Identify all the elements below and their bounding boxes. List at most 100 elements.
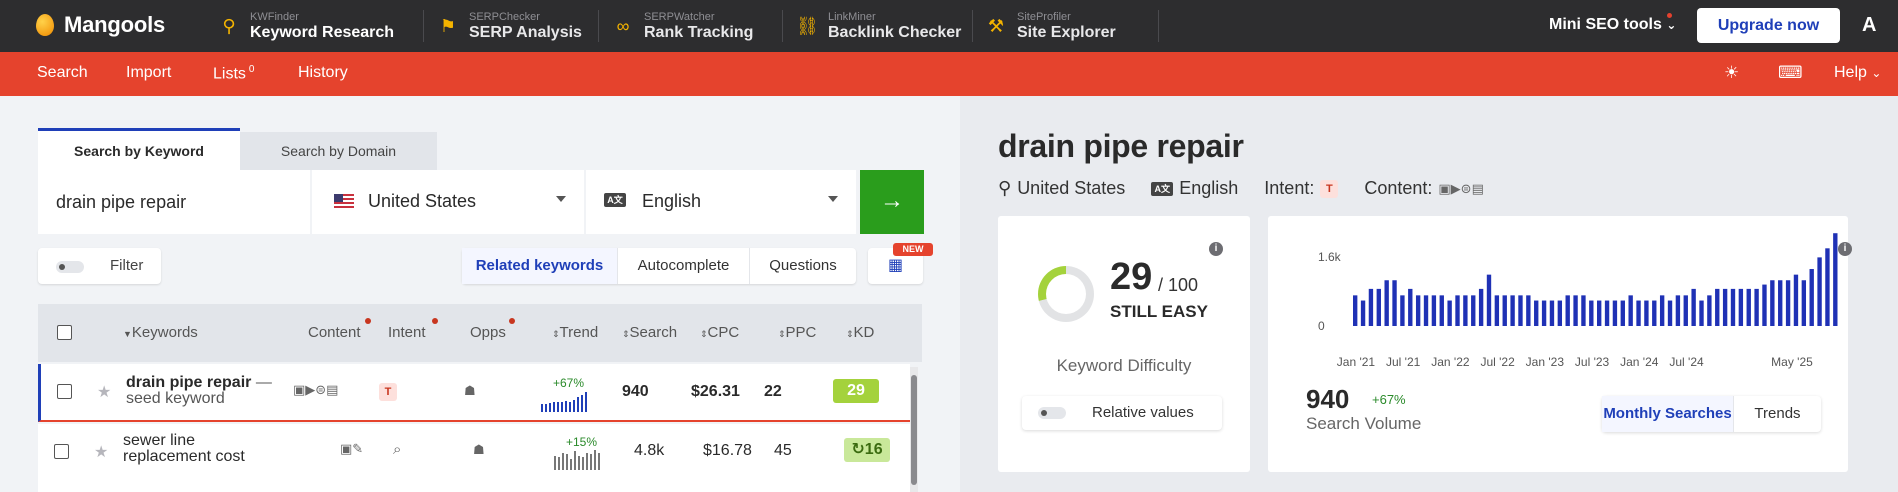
location-pin-icon: ⚑ [439,15,457,36]
app-product-name: SiteProfiler [1017,10,1071,23]
sparkline-bar [581,395,583,412]
sparkline-bar [569,402,571,412]
content-icons: ▣✎ [340,441,364,456]
chart-bar [1431,295,1437,326]
wand-icon: ⚲ [222,15,236,36]
app-keyword-research[interactable]: ⚲ KWFinder Keyword Research [218,8,394,44]
search-volume-value: 940 [1306,384,1350,414]
chart-bar [1589,300,1594,326]
theme-toggle-icon[interactable]: ☀ [1724,63,1739,83]
upgrade-button[interactable]: Upgrade now [1697,8,1840,43]
sub-navigation: Search Import Lists 0 History ☀ ⌨ Help ⌄ [0,52,1898,96]
app-function-name: Site Explorer [1017,23,1116,41]
app-product-name: SERPChecker [469,10,540,23]
chart-bar [1620,300,1625,326]
nav-search[interactable]: Search [37,64,88,82]
filter-toggle[interactable]: Filter [38,248,161,284]
chart-bar [1541,300,1547,326]
col-keywords[interactable]: ▼Keywords [123,324,198,341]
search-submit-button[interactable]: → [860,170,924,234]
y-tick-label: 1.6k [1318,250,1342,264]
keyword-search-panel: Search by Keyword Search by Domain drain… [0,96,960,492]
chart-bar [1715,288,1720,326]
relative-values-toggle[interactable]: Relative values [1022,396,1222,430]
sparkline-bar [558,457,560,470]
sparkline-bar [553,402,555,412]
row-checkbox[interactable] [54,444,69,459]
sparkline-bar [590,454,592,470]
nav-import[interactable]: Import [126,64,171,82]
x-tick-label: Jan '21 [1337,355,1376,369]
x-tick-label: May '25 [1771,355,1813,369]
app-serp-analysis[interactable]: ⚑ SERPChecker SERP Analysis [437,8,582,44]
hammer-icon: ⚒ [987,15,1005,36]
new-badge: NEW [893,243,933,256]
chart-bar [1534,300,1539,326]
help-menu[interactable]: Help ⌄ [1834,64,1881,82]
info-icon[interactable]: i [1209,242,1223,256]
tab-search-by-keyword[interactable]: Search by Keyword [38,128,240,170]
nav-lists[interactable]: Lists 0 [213,64,254,83]
lists-count: 0 [248,64,255,75]
chart-bar [1785,280,1791,326]
glasses-icon: ∞ [616,15,630,36]
content-icons: ▣▶⊜▤ [1438,180,1484,196]
arrow-right-icon: → [880,187,904,214]
tab-related-keywords[interactable]: Related keywords [462,248,618,284]
tab-questions[interactable]: Questions [750,248,856,284]
select-all-checkbox[interactable] [57,325,72,340]
table-scrollbar[interactable] [910,367,918,492]
tab-autocomplete[interactable]: Autocomplete [618,248,750,284]
sparkline-bar [549,403,551,412]
sparkline-bar [594,450,596,470]
toggle-switch-icon [1038,407,1066,419]
col-intent[interactable]: Intent [388,324,426,341]
monthly-searches-chart: 0 1.6k Jan '21 Jul '21 Jan '22 Jul '22 Jan '23… [1318,233,1838,369]
table-row[interactable]: ★ drain pipe repair — seed keyword ▣▶⊜▤ T… [38,364,910,422]
avatar[interactable]: A [1862,14,1876,37]
brand-logo[interactable]: Mangools [36,12,165,38]
caret-down-icon [828,196,838,202]
mini-seo-tools-menu[interactable]: Mini SEO tools ⌄ [1549,16,1676,34]
col-opps[interactable]: Opps [470,324,506,341]
x-tick-label: Jan '23 [1526,355,1565,369]
col-content[interactable]: Content [308,324,361,341]
language-select[interactable]: A文 English [586,170,856,234]
chart-bar [1368,288,1374,326]
tab-trends[interactable]: Trends [1734,396,1821,432]
star-icon[interactable]: ★ [94,442,108,462]
chart-bar [1471,295,1476,326]
trend-change: +15% [566,435,598,449]
col-ppc[interactable]: ⇕PPC [778,324,816,341]
app-site-explorer[interactable]: ⚒ SiteProfiler Site Explorer [985,8,1116,44]
chart-bar [1738,288,1744,326]
col-search[interactable]: ⇕Search [622,324,677,341]
table-header: ▼Keywords Content Intent Opps ⇕Trend ⇕Se… [38,304,922,362]
table-row[interactable]: ★ sewer line replacement cost ▣✎ ⌕ ☗ +15%… [38,424,910,492]
nav-history[interactable]: History [298,64,348,82]
ghost-icon: ☗ [464,383,476,398]
kd-badge: 29 [833,379,879,403]
keyboard-icon[interactable]: ⌨ [1778,63,1803,83]
app-rank-tracking[interactable]: ∞ SERPWatcher Rank Tracking [612,8,754,44]
chevron-down-icon: ⌄ [1666,18,1677,32]
keyword-input[interactable]: drain pipe repair [38,170,310,234]
col-trend[interactable]: ⇕Trend [552,324,598,341]
location-select[interactable]: United States [312,170,584,234]
star-icon[interactable]: ★ [97,382,111,402]
relative-values-label: Relative values [1092,404,1194,421]
kd-value: 29 [1110,256,1153,298]
col-cpc[interactable]: ⇕CPC [700,324,739,341]
toggle-switch-icon [56,261,84,273]
app-backlink-checker[interactable]: ⛓ LinkMiner Backlink Checker [796,8,961,44]
col-kd[interactable]: ⇕KD [846,324,874,341]
chart-bar [1392,280,1397,326]
tab-search-by-domain[interactable]: Search by Domain [240,132,437,170]
chart-bar [1628,295,1633,326]
row-checkbox[interactable] [57,384,72,399]
sparkline-bar [541,404,543,412]
tab-monthly-searches[interactable]: Monthly Searches [1602,396,1734,432]
info-icon[interactable]: i [1838,242,1852,256]
col-intent-dot [432,318,438,324]
x-tick-label: Jul '24 [1669,355,1704,369]
